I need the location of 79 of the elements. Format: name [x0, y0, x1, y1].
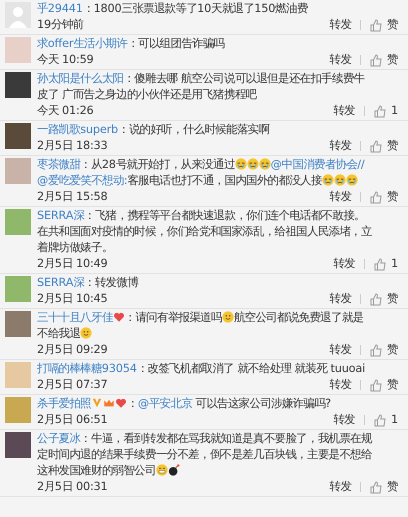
- repost-link[interactable]: 转发: [330, 17, 352, 33]
- crying-face-icon: [258, 158, 271, 170]
- avatar-photo-placeholder: [5, 123, 31, 149]
- heart-icon: [115, 397, 128, 409]
- comment-time: 2月5日 18:33: [37, 138, 109, 154]
- like-link[interactable]: 赞: [387, 377, 398, 393]
- comment-text: 公子夏冰：牛逼，看到转发都在骂我就知道是真不要脸了，我机票在规定时间内退的结果手续费一分不差，倒不是差几百块钱，主要是不想给这种发国难财的弱智公司: [37, 431, 374, 479]
- heart-icon: [112, 311, 125, 323]
- avatar-photo-placeholder: [5, 397, 31, 423]
- comment-time: 2月5日 06:51: [37, 412, 109, 428]
- thumbs-up-icon[interactable]: [374, 258, 386, 270]
- comment-text: 杀手爱拍照 ：@平安北京 可以告这家公司涉嫌诈骗吗?: [37, 396, 332, 412]
- comment-text: 枣茶微甜：从28号就开始打，从来没通过 @中国消费者协会//@爱吃爱笑不想动:客服电话也打不通，国内国外的都没人接: [37, 157, 366, 189]
- repost-link[interactable]: 转发: [330, 138, 352, 154]
- comment-time: 2月5日 10:45: [37, 291, 109, 307]
- avatar-photo-placeholder: [5, 72, 31, 98]
- repost-link[interactable]: 转发: [330, 52, 352, 68]
- repost-link[interactable]: 转发: [330, 342, 352, 358]
- repost-link[interactable]: 转发: [333, 103, 355, 119]
- thumbs-up-icon[interactable]: [370, 344, 382, 356]
- repost-link[interactable]: 转发: [330, 377, 352, 393]
- like-link[interactable]: 赞: [387, 342, 398, 358]
- like-link[interactable]: 1: [391, 256, 398, 272]
- thumbs-up-icon[interactable]: [374, 104, 386, 118]
- crying-face-icon: [334, 174, 346, 186]
- like-link[interactable]: 赞: [387, 52, 398, 68]
- avatar-photo-placeholder: [5, 209, 31, 235]
- repost-link[interactable]: 转发: [330, 479, 352, 495]
- like-link[interactable]: 1: [391, 103, 398, 119]
- crown-icon: [103, 397, 116, 409]
- avatar-photo-placeholder: [5, 432, 31, 458]
- comment-text: 打嗝的棒棒糖93054：改签飞机都取消了 就不给处理 就装死 tuuoai: [37, 361, 366, 377]
- comment-time: 2月5日 10:49: [37, 256, 109, 272]
- crying-face-icon: [322, 174, 334, 186]
- comment-time: 19分钟前: [37, 17, 84, 33]
- thumbs-up-icon[interactable]: [370, 140, 382, 152]
- bomb-icon: [168, 464, 180, 476]
- comment-text: 求offer生活小期许：可以组团告诈骗吗: [37, 36, 226, 52]
- like-link[interactable]: 1: [391, 412, 398, 428]
- like-link[interactable]: 赞: [387, 138, 398, 154]
- comment-text: SERRA深：飞猪，携程等平台都快速退款，你们连个电话都不敢接。在共和国面对疫情的时候，你们给党和国家添乱，给祖国人民添堵，立着牌坊做婊子。: [37, 208, 373, 256]
- avatar-photo-placeholder: [5, 37, 31, 63]
- repost-link[interactable]: 转发: [333, 412, 355, 428]
- crying-face-icon: [346, 174, 358, 186]
- verified-v-icon: [91, 397, 104, 409]
- comment-time: 2月5日 07:37: [37, 377, 109, 393]
- avatar-photo-placeholder: [5, 158, 31, 184]
- comment-time: 今天 10:59: [37, 52, 95, 68]
- like-link[interactable]: 赞: [387, 189, 398, 205]
- thumbs-up-icon[interactable]: [370, 18, 382, 32]
- comment-text: 孙太阳是什么太阳：傻雕去哪 航空公司说可以退但是还在扣手续费牛皮了 广而告之身边的小伙伴还是用飞猪携程吧: [37, 71, 366, 103]
- crying-face-icon: [246, 158, 259, 170]
- comment-text: SERRA深：转发微博: [37, 275, 140, 291]
- repost-link[interactable]: 转发: [330, 291, 352, 307]
- smiley-icon: [80, 327, 92, 339]
- grinning-face-icon: [156, 464, 168, 476]
- thumbs-up-icon[interactable]: [370, 292, 382, 306]
- comment-time: 2月5日 00:31: [37, 479, 109, 495]
- comment-time: 2月5日 15:58: [37, 189, 109, 205]
- comment-time: 今天 01:26: [37, 103, 95, 119]
- comment-text: 一路凯歌superb：说的好听，什么时候能落实啊: [37, 122, 270, 138]
- repost-link[interactable]: 转发: [330, 189, 352, 205]
- thumbs-up-icon[interactable]: [370, 480, 382, 494]
- thumbs-up-icon[interactable]: [370, 378, 382, 392]
- comment-time: 2月5日 09:29: [37, 342, 109, 358]
- thumbs-up-icon[interactable]: [370, 54, 382, 66]
- repost-link[interactable]: 转发: [333, 256, 355, 272]
- avatar-photo-placeholder: [5, 276, 31, 302]
- like-link[interactable]: 赞: [387, 479, 398, 495]
- thumbs-up-icon[interactable]: [374, 414, 386, 426]
- like-link[interactable]: 赞: [387, 291, 398, 307]
- comment-text: 三十十且八牙佳 ：请问有举报渠道吗 航空公司都说免费退了就是不给我退: [37, 310, 364, 342]
- avatar-photo-placeholder: [5, 311, 31, 337]
- like-link[interactable]: 赞: [387, 17, 398, 33]
- thumbs-up-icon[interactable]: [370, 190, 382, 204]
- crying-face-icon: [234, 158, 247, 170]
- comment-text: 乎29441：1800三张票退款等了10天就退了150燃油费: [37, 1, 309, 17]
- smiley-icon: [222, 311, 234, 323]
- avatar-photo-placeholder: [5, 362, 31, 388]
